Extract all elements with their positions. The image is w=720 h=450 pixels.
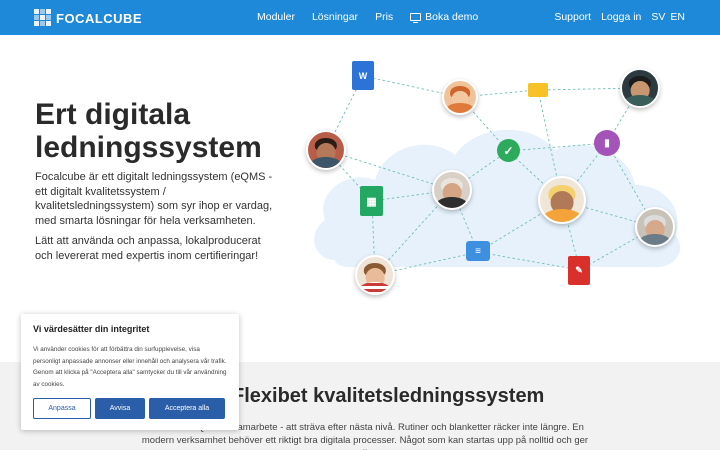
avatar-woman-helmet bbox=[538, 176, 586, 224]
hero-title: Ert digitala ledningssystem bbox=[35, 98, 262, 164]
nav-support[interactable]: Support bbox=[554, 11, 591, 23]
cookie-buttons: Anpassa Avvisa Acceptera alla bbox=[33, 398, 225, 419]
hero-tagline: Lätt att använda och anpassa, lokalprodu… bbox=[35, 235, 261, 262]
lang-en[interactable]: EN bbox=[670, 11, 685, 23]
nav-boka-demo[interactable]: Boka demo bbox=[410, 11, 478, 23]
reject-button[interactable]: Avvisa bbox=[95, 398, 145, 419]
nav-losningar[interactable]: Lösningar bbox=[312, 11, 358, 23]
lang-sv[interactable]: SV bbox=[651, 11, 665, 23]
word-doc-icon: W bbox=[352, 61, 374, 90]
utility-nav: Support Logga in SV EN bbox=[554, 11, 685, 23]
chat-icon: ≡ bbox=[466, 241, 490, 261]
chart-icon: ▮ bbox=[594, 130, 620, 156]
accept-all-button[interactable]: Acceptera alla bbox=[149, 398, 225, 419]
sheet-icon: ▦ bbox=[360, 186, 383, 216]
nav-pris[interactable]: Pris bbox=[375, 11, 393, 23]
avatar-woman-orange bbox=[442, 79, 478, 115]
nav-moduler[interactable]: Moduler bbox=[257, 11, 295, 23]
ticket-icon bbox=[528, 83, 548, 97]
logo-text: FOCALCUBE bbox=[56, 10, 143, 26]
focalcube-logo[interactable]: FOCALCUBE bbox=[34, 9, 142, 27]
avatar-man-gray bbox=[635, 207, 675, 247]
cookie-title: Vi värdesätter din integritet bbox=[33, 324, 150, 334]
avatar-man-right bbox=[620, 68, 660, 108]
nav-login[interactable]: Logga in bbox=[601, 11, 641, 23]
monitor-icon bbox=[410, 13, 422, 23]
main-nav: Moduler Lösningar Pris Boka demo bbox=[257, 11, 478, 23]
nav-boka-demo-label: Boka demo bbox=[425, 11, 479, 23]
avatar-older-woman bbox=[432, 170, 472, 210]
cookie-text: Vi använder cookies för att förbättra di… bbox=[33, 346, 227, 388]
section2-title: Flexibet kvalitetsledningssystem bbox=[232, 385, 545, 407]
customize-button[interactable]: Anpassa bbox=[33, 398, 91, 419]
check-icon: ✓ bbox=[497, 139, 520, 162]
avatar-woman-striped bbox=[355, 255, 395, 295]
cookie-consent-banner: Vi värdesätter din integritet Vi använde… bbox=[21, 314, 239, 430]
logo-cube-icon bbox=[34, 9, 52, 27]
avatar-man-glasses bbox=[306, 130, 346, 170]
pdf-icon: ✎ bbox=[568, 256, 590, 285]
hero-network-illustration: W ✓ ▮ ▦ ≡ ✎ bbox=[290, 55, 710, 305]
hero-description: Focalcube är ett digitalt ledningssystem… bbox=[35, 171, 273, 227]
top-navigation-bar: FOCALCUBE Moduler Lösningar Pris Boka de… bbox=[0, 0, 720, 35]
